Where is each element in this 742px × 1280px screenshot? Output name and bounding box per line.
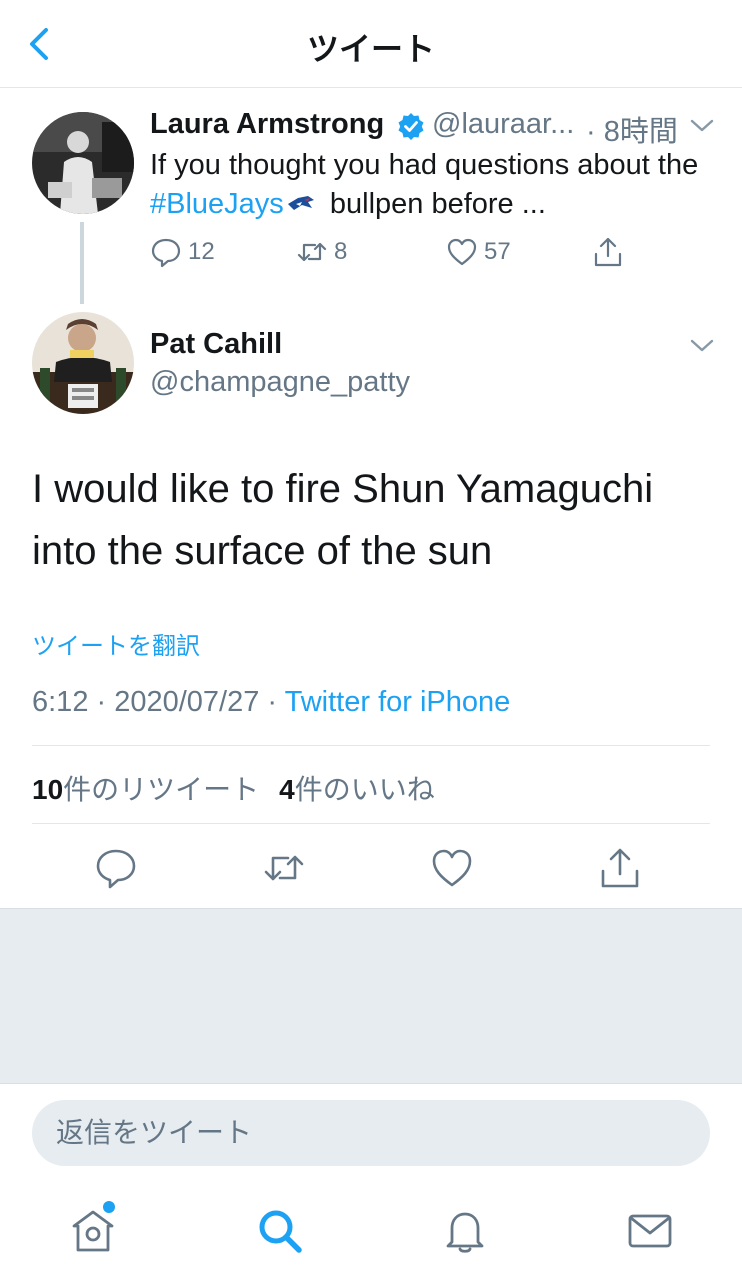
- quoted-timestamp: · 8時間: [586, 116, 678, 148]
- avatar-pat-cahill[interactable]: [32, 312, 134, 414]
- tweet-text: I would like to fire Shun Yamaguchi into…: [32, 467, 654, 573]
- quoted-like-count: 57: [484, 238, 511, 265]
- notifications-icon[interactable]: [440, 1206, 490, 1256]
- retweet-count-link[interactable]: 10件のリツイート: [32, 774, 259, 805]
- avatar-laura-armstrong[interactable]: [32, 112, 134, 214]
- messages-icon[interactable]: [625, 1206, 675, 1256]
- blue-jays-emoji-icon: [287, 196, 314, 211]
- home-icon[interactable]: [68, 1206, 118, 1256]
- divider: [32, 823, 710, 824]
- quoted-retweet-count: 8: [334, 238, 348, 265]
- reply-input[interactable]: 返信をツイート: [32, 1100, 710, 1166]
- engagement-counts: 10件のリツイート 4件のいいね: [32, 768, 435, 808]
- empty-replies-area: [0, 908, 742, 1084]
- like-count-label: 件のいいね: [294, 774, 435, 805]
- quoted-author-name[interactable]: Laura Armstrong: [150, 108, 384, 141]
- page-title: ツイート: [306, 31, 435, 67]
- like-count: 4: [279, 774, 295, 805]
- header: ツイート: [0, 0, 742, 88]
- divider: [32, 745, 710, 746]
- notification-dot: [103, 1201, 115, 1213]
- quoted-like-button[interactable]: 57: [446, 234, 511, 270]
- tweet-meta: 6:12 · 2020/07/27 · Twitter for iPhone: [32, 686, 510, 719]
- tweet-timestamp: 6:12 · 2020/07/27 ·: [32, 686, 285, 718]
- quoted-text-end: bullpen before ...: [321, 188, 546, 220]
- author-name[interactable]: Pat Cahill: [150, 328, 282, 361]
- like-count-link[interactable]: 4件のいいね: [279, 774, 435, 805]
- quoted-tweet-text[interactable]: If you thought you had questions about t…: [150, 146, 710, 224]
- translate-tweet-link[interactable]: ツイートを翻訳: [32, 626, 200, 661]
- thread-connector: [80, 222, 84, 304]
- chevron-down-icon[interactable]: [690, 338, 714, 354]
- retweet-icon[interactable]: [262, 846, 306, 890]
- quoted-reply-count: 12: [188, 238, 215, 265]
- quoted-share-button[interactable]: [592, 234, 630, 270]
- retweet-icon: [297, 242, 327, 262]
- verified-badge-icon: [398, 113, 424, 140]
- retweet-count: 10: [32, 774, 64, 805]
- chevron-down-icon[interactable]: [690, 118, 714, 134]
- author-handle[interactable]: @champagne_patty: [150, 366, 410, 399]
- share-icon: [594, 237, 622, 267]
- quoted-retweet-button[interactable]: 8: [296, 234, 347, 270]
- reply-icon[interactable]: [94, 846, 138, 890]
- hashtag-link[interactable]: #BlueJays: [150, 188, 284, 220]
- heart-icon[interactable]: [430, 846, 474, 890]
- tweet-source-link[interactable]: Twitter for iPhone: [285, 686, 511, 718]
- share-icon[interactable]: [598, 846, 642, 890]
- search-icon[interactable]: [255, 1206, 305, 1256]
- reply-icon: [151, 238, 181, 268]
- heart-icon: [447, 238, 477, 266]
- quoted-reply-button[interactable]: 12: [150, 234, 215, 270]
- retweet-count-label: 件のリツイート: [63, 774, 260, 805]
- quoted-author-handle[interactable]: @lauraar...: [432, 108, 574, 141]
- quoted-text-start: If you thought you had questions about t…: [150, 149, 699, 181]
